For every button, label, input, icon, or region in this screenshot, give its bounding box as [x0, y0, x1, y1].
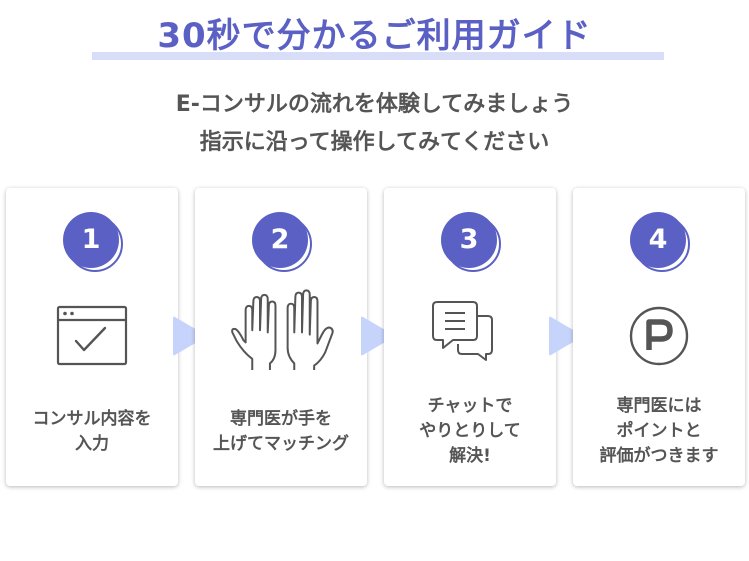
step-number-badge: 1	[63, 212, 123, 272]
step-text-line: 評価がつきます	[599, 446, 719, 466]
subtitle-line-1: E-コンサルの流れを体験してみましょう	[175, 92, 574, 117]
point-p-icon	[629, 306, 689, 366]
step-number: 2	[252, 212, 308, 268]
title-underline	[92, 52, 664, 60]
step-card-2: 2 専門医が手を 上げてマッチング	[195, 188, 367, 486]
step-card-3: 3 チャットで やりとりして 解決!	[384, 188, 556, 486]
step-text-line: 専門医が手を	[230, 409, 332, 429]
page-title: 30秒で分かるご利用ガイド	[157, 16, 592, 56]
step-text-line: 上げてマッチング	[213, 434, 349, 454]
step-text-line: コンサル内容を	[32, 409, 152, 429]
step-text-line: 専門医には	[616, 396, 702, 416]
browser-check-icon	[56, 305, 128, 366]
step-number-badge: 4	[630, 212, 690, 272]
step-number: 4	[630, 212, 686, 268]
raised-hands-icon	[231, 289, 334, 370]
step-text-line: チャットで	[427, 396, 513, 416]
step-number-badge: 2	[252, 212, 312, 272]
step-text-line: 入力	[75, 434, 109, 454]
step-number-badge: 3	[441, 212, 501, 272]
step-text-line: 解決!	[449, 446, 491, 466]
step-card-4: 4 専門医には ポイントと 評価がつきます	[573, 188, 745, 486]
step-number: 3	[441, 212, 497, 268]
step-text-line: ポイントと	[616, 421, 702, 441]
step-text-line: やりとりして	[419, 421, 521, 441]
step-number: 1	[63, 212, 119, 268]
chat-bubbles-icon	[432, 301, 493, 361]
subtitle-line-2: 指示に沿って操作してみてください	[199, 130, 550, 155]
step-card-1: 1 コンサル内容を 入力	[6, 188, 178, 486]
